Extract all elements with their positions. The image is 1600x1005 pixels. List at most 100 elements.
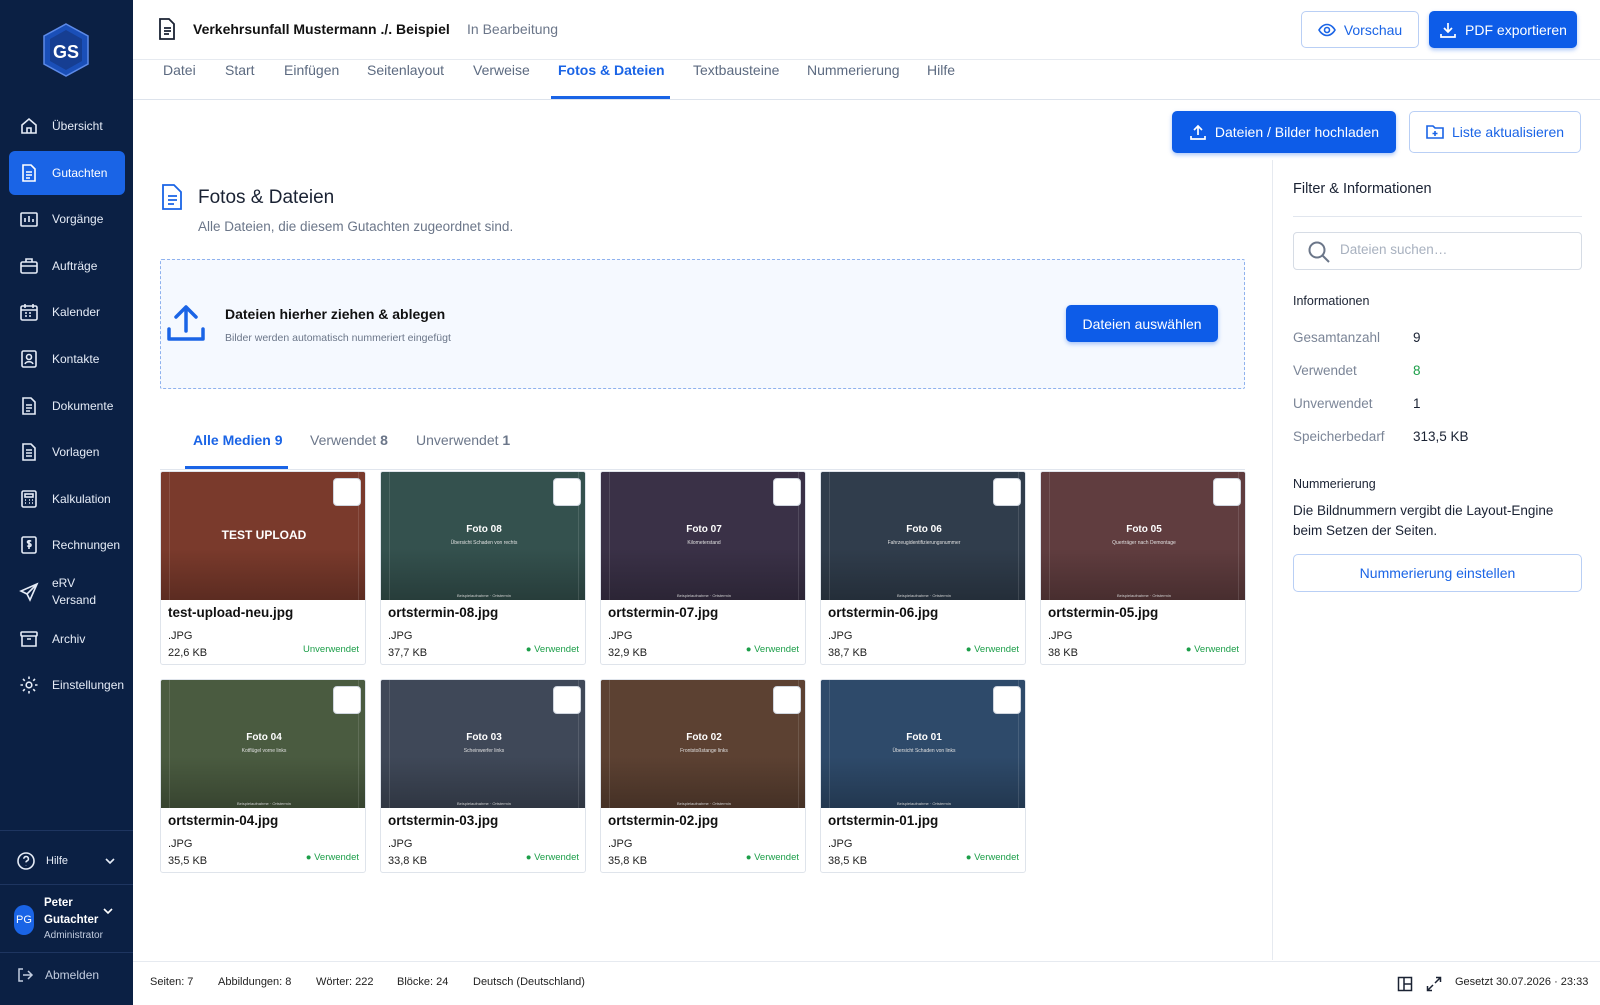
select-checkbox[interactable] <box>553 478 581 506</box>
search-field[interactable] <box>1293 232 1582 270</box>
numbering-settings-button[interactable]: Nummerierung einstellen <box>1293 554 1582 592</box>
usage-status: ● Verwendet <box>965 644 1019 655</box>
upload-label: Dateien / Bilder hochladen <box>1214 124 1380 140</box>
tab-label: Alle Medien <box>193 432 271 448</box>
eye-icon <box>1317 23 1336 36</box>
file-size: 38 KB <box>1048 647 1078 659</box>
fullscreen-icon[interactable] <box>1426 976 1442 992</box>
nav-item-kontakte[interactable]: Kontakte <box>9 337 125 381</box>
file-extension: .JPG <box>608 630 633 642</box>
logout-button[interactable]: Abmelden <box>16 966 99 984</box>
thumb-footer: Beispielaufnahme · Ortstermin <box>456 593 512 598</box>
file-card[interactable]: Foto 05 Querträger nach Demontage Beispiel… <box>1040 471 1246 665</box>
file-card[interactable]: Foto 07 Kilometerstand Beispielaufnahme · … <box>600 471 806 665</box>
numbering-heading: Nummerierung <box>1293 477 1376 491</box>
file-card[interactable]: Foto 06 Fahrzeugidentifizierungsnummer Bei… <box>820 471 1026 665</box>
filter-info-panel: Filter & Informationen Informationen Ges… <box>1272 160 1600 960</box>
file-thumbnail[interactable]: Foto 05 Querträger nach Demontage Beispiel… <box>1041 472 1245 600</box>
file-card[interactable]: Foto 04 Kotflügel vorne links Beispielaufn… <box>160 679 366 873</box>
help-circle-icon <box>17 852 35 870</box>
tab-fotos-dateien[interactable]: Fotos & Dateien <box>558 62 665 78</box>
file-thumbnail[interactable]: Foto 06 Fahrzeugidentifizierungsnummer Bei… <box>821 472 1025 600</box>
nav-item-kalender[interactable]: Kalender <box>9 290 125 334</box>
user-menu[interactable]: PG Peter Gutachter Administrator <box>14 895 126 945</box>
select-checkbox[interactable] <box>993 478 1021 506</box>
tab-verweise[interactable]: Verweise <box>473 62 530 78</box>
search-input[interactable] <box>1340 242 1570 257</box>
thumb-subtitle: Kotflügel vorne links <box>241 748 287 754</box>
image-count: Abbildungen: 8 <box>218 976 292 988</box>
file-extension: .JPG <box>388 630 413 642</box>
nav-item-uebersicht[interactable]: Übersicht <box>9 104 125 148</box>
select-checkbox[interactable] <box>333 478 361 506</box>
file-thumbnail[interactable]: Foto 03 Scheinwerfer links Beispielaufnahm… <box>381 680 585 808</box>
nav-item-vorgaenge[interactable]: Vorgänge <box>9 197 125 241</box>
app-logo[interactable]: GS <box>42 22 90 78</box>
thumb-title: Foto 04 <box>246 732 282 743</box>
gear-icon <box>20 676 38 694</box>
tab-textbausteine[interactable]: Textbausteine <box>693 62 779 78</box>
nav-item-rechnungen[interactable]: Rechnungen <box>9 523 125 567</box>
file-dropzone[interactable]: Dateien hierher ziehen & ablegen Bilder … <box>160 259 1245 389</box>
nav-item-kalkulation[interactable]: Kalkulation <box>9 477 125 521</box>
preview-button[interactable]: Vorschau <box>1301 11 1419 48</box>
tab-hilfe[interactable]: Hilfe <box>927 62 955 78</box>
tab-start[interactable]: Start <box>225 62 255 78</box>
nav-item-vorlagen[interactable]: Vorlagen <box>9 430 125 474</box>
nav-item-archiv[interactable]: Archiv <box>9 617 125 661</box>
nav-item-gutachten[interactable]: Gutachten <box>9 150 125 195</box>
file-card[interactable]: Foto 02 Frontstoßstange links Beispielaufn… <box>600 679 806 873</box>
send-icon <box>19 582 39 602</box>
file-size: 38,7 KB <box>828 647 868 659</box>
select-checkbox[interactable] <box>993 686 1021 714</box>
choose-files-button[interactable]: Dateien auswählen <box>1066 305 1218 342</box>
stat-label: Unverwendet <box>1293 396 1373 411</box>
file-card[interactable]: TEST UPLOAD test-upload-neu.jpg .JPG 22,6 K… <box>160 471 366 665</box>
file-thumbnail[interactable]: Foto 04 Kotflügel vorne links Beispielaufn… <box>161 680 365 808</box>
export-label: PDF exportieren <box>1465 21 1567 38</box>
file-name: ortstermin-05.jpg <box>1048 605 1159 620</box>
file-thumbnail[interactable]: Foto 07 Kilometerstand Beispielaufnahme · … <box>601 472 805 600</box>
select-checkbox[interactable] <box>773 478 801 506</box>
nav-item-erv-versand[interactable]: eRV Versand <box>9 570 125 614</box>
thumb-footer: Beispielaufnahme · Ortstermin <box>1116 593 1172 598</box>
file-name: ortstermin-08.jpg <box>388 605 499 620</box>
status-bar: Seiten: 7 Abbildungen: 8 Wörter: 222 Blö… <box>133 961 1600 1005</box>
tab-einfuegen[interactable]: Einfügen <box>284 62 339 78</box>
export-pdf-button[interactable]: PDF exportieren <box>1429 11 1577 48</box>
file-size: 38,5 KB <box>828 855 868 867</box>
file-thumbnail[interactable]: Foto 02 Frontstoßstange links Beispielaufn… <box>601 680 805 808</box>
upload-files-button[interactable]: Dateien / Bilder hochladen <box>1172 111 1396 153</box>
tab-nummerierung[interactable]: Nummerierung <box>807 62 900 78</box>
file-thumbnail[interactable]: TEST UPLOAD <box>161 472 365 600</box>
select-checkbox[interactable] <box>1213 478 1241 506</box>
tab-unverwendet[interactable]: Unverwendet 1 <box>416 432 510 448</box>
select-checkbox[interactable] <box>333 686 361 714</box>
file-thumbnail[interactable]: Foto 01 Übersicht Schaden von links Beispi… <box>821 680 1025 808</box>
thumb-title: Foto 06 <box>906 524 942 535</box>
user-role: Administrator <box>44 930 103 941</box>
file-card[interactable]: Foto 03 Scheinwerfer links Beispielaufnahm… <box>380 679 586 873</box>
select-checkbox[interactable] <box>553 686 581 714</box>
help-menu[interactable]: Hilfe <box>16 847 116 875</box>
file-thumbnail[interactable]: Foto 08 Übersicht Schaden von rechts Beisp… <box>381 472 585 600</box>
nav-item-dokumente[interactable]: Dokumente <box>9 384 125 428</box>
saved-timestamp: Gesetzt 30.07.2026 · 23:33 <box>1455 976 1589 988</box>
tab-datei[interactable]: Datei <box>163 62 196 78</box>
sidebar: GS Übersicht Gutachten Vorgänge Aufträge… <box>0 0 133 1005</box>
thumb-footer: Beispielaufnahme · Ortstermin <box>896 801 952 806</box>
nav-item-einstellungen[interactable]: Einstellungen <box>9 663 125 707</box>
file-card[interactable]: Foto 01 Übersicht Schaden von links Beispi… <box>820 679 1026 873</box>
stat-value: 1 <box>1413 396 1421 411</box>
tab-seitenlayout[interactable]: Seitenlayout <box>367 62 444 78</box>
tab-verwendet[interactable]: Verwendet 8 <box>310 432 388 448</box>
layout-icon[interactable] <box>1397 976 1413 992</box>
thumb-guide-line <box>169 680 170 808</box>
select-checkbox[interactable] <box>773 686 801 714</box>
nav-item-auftraege[interactable]: Aufträge <box>9 244 125 288</box>
refresh-list-button[interactable]: Liste aktualisieren <box>1409 111 1581 153</box>
file-card[interactable]: Foto 08 Übersicht Schaden von rechts Beisp… <box>380 471 586 665</box>
nav-label: Kalender <box>52 305 101 320</box>
nav-label: Rechnungen <box>52 538 121 553</box>
tab-alle-medien[interactable]: Alle Medien 9 <box>193 432 282 448</box>
